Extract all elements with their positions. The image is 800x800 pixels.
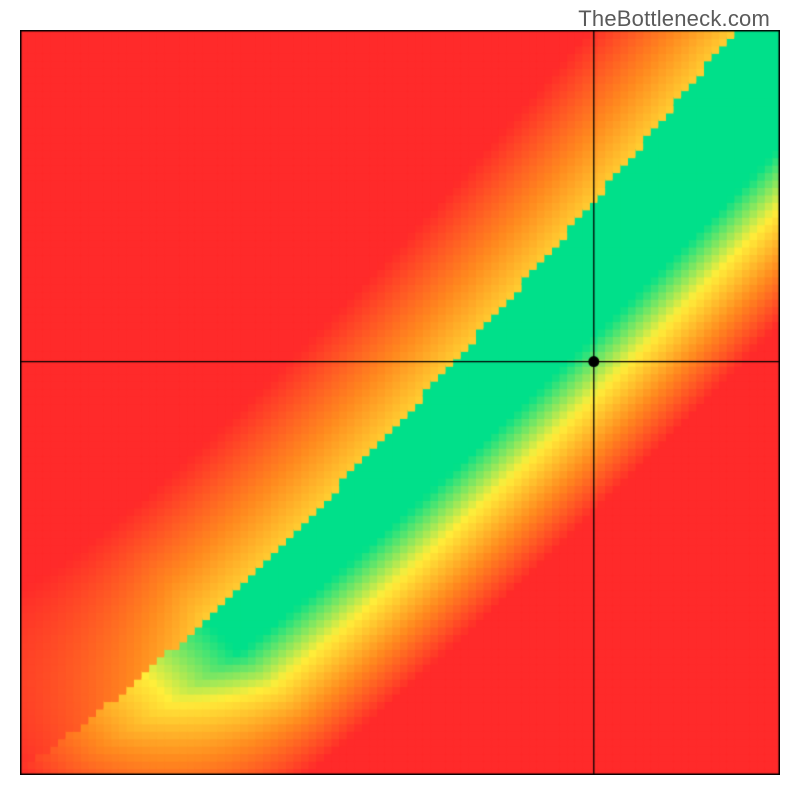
crosshair-overlay [20, 30, 780, 775]
watermark-text: TheBottleneck.com [578, 6, 770, 32]
chart-container: TheBottleneck.com [0, 0, 800, 800]
